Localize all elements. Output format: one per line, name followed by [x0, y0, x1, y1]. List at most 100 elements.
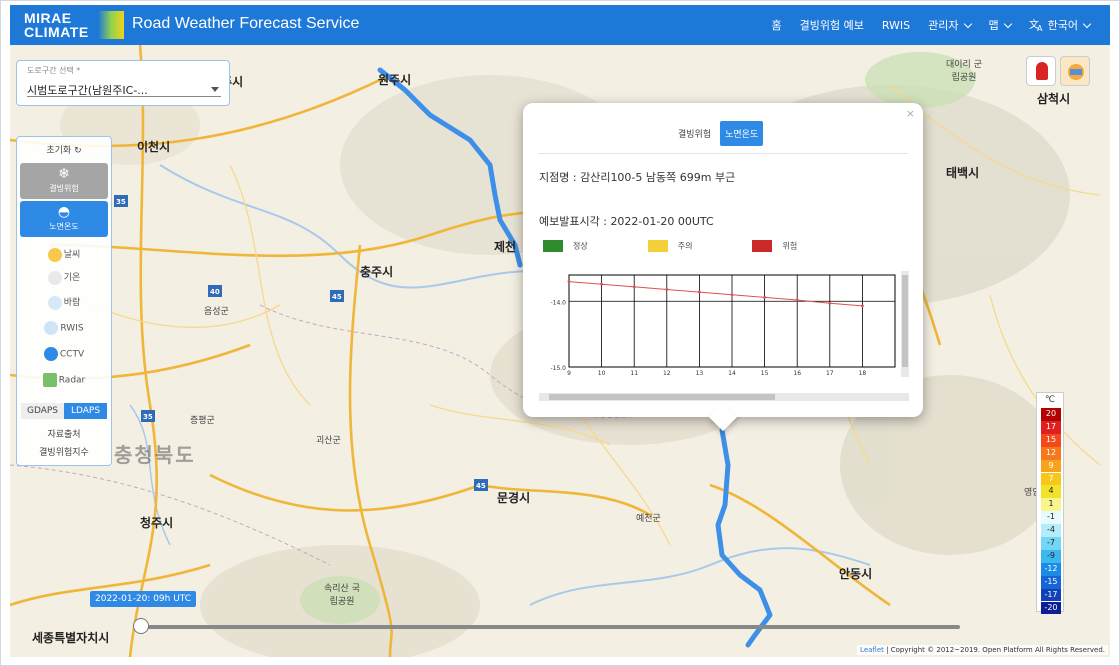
route-select-underline — [27, 96, 221, 97]
forecast-popup: × 결빙위험 노면온도 지점명 : 감산리100-5 남동쪽 699m 부근 예… — [523, 103, 923, 432]
model-toggle: GDAPS LDAPS — [21, 403, 107, 419]
colorbar-cell: -4 — [1041, 524, 1061, 537]
colorbar-cell: -12 — [1041, 562, 1061, 576]
svg-text:35: 35 — [116, 198, 126, 206]
radar-icon — [42, 373, 57, 387]
chart-point — [763, 295, 766, 299]
chart-xtick-label: 11 — [630, 370, 638, 377]
status-legend: 정상 주의 위험 — [543, 240, 797, 252]
legend-caution: 주의 — [647, 240, 693, 252]
legend-danger: 위험 — [752, 240, 797, 252]
map-attribution: Leaflet | Copyright © 2012~2019. Open Pl… — [857, 645, 1108, 655]
reset-label: 초기화 — [46, 146, 72, 156]
gdaps-button[interactable]: GDAPS — [21, 403, 64, 419]
place-songnisan-park: 속리산 국립공원 — [324, 584, 360, 607]
map-layers-icon — [1068, 64, 1084, 80]
road-temp-button[interactable]: ◓ 노면온도 — [20, 201, 108, 237]
place-daeyiri-park: 대이리 군립공원 — [946, 60, 982, 83]
chart-xtick-label: 18 — [859, 370, 867, 377]
app-title: Road Weather Forecast Service — [132, 15, 360, 32]
layer-wind-label: 바람 — [63, 298, 81, 308]
chart-ytick-label: -15.0 — [550, 365, 566, 372]
layer-radar-label: Radar — [58, 375, 86, 386]
place-mungyeong: 문경시 — [497, 491, 531, 505]
colorbar-cell: -7 — [1041, 537, 1061, 550]
layer-temperature[interactable]: 기온 — [17, 270, 111, 290]
location-value: 감산리100-5 남동쪽 699m 부근 — [580, 171, 736, 184]
wind-icon — [47, 295, 62, 310]
nav-map[interactable]: 맵 — [989, 17, 1012, 33]
nav-home-label: 홈 — [771, 19, 782, 32]
layer-cctv-label: CCTV — [59, 349, 85, 360]
leaflet-link[interactable]: Leaflet — [860, 646, 884, 654]
tab-road-temp[interactable]: 노면온도 — [720, 121, 764, 146]
data-source-link[interactable]: 자료출처 — [17, 427, 111, 440]
colorbar-cell: -1 — [1041, 511, 1061, 525]
layer-rwis[interactable]: RWIS — [17, 321, 111, 341]
location-info: 지점명 : 감산리100-5 남동쪽 699m 부근 — [539, 171, 736, 184]
logo[interactable]: MIRAE CLIMATE — [24, 9, 134, 41]
popup-divider — [538, 153, 908, 154]
legend-caution-label: 주의 — [677, 241, 693, 251]
colorbar-cell: 17 — [1041, 420, 1061, 434]
time-slider[interactable] — [140, 625, 960, 629]
close-icon[interactable]: × — [906, 107, 915, 120]
popup-tabs: 결빙위험 노면온도 — [673, 121, 764, 146]
layer-radar[interactable]: Radar — [17, 373, 111, 393]
place-wonju: 원주시 — [378, 73, 412, 87]
place-jeungpyeong: 증평군 — [190, 416, 215, 426]
caret-down-icon — [211, 87, 219, 92]
time-slider-handle[interactable] — [133, 618, 149, 634]
snowflake-icon: ❄ — [58, 166, 70, 182]
reset-button[interactable]: 초기화 ↻ — [17, 143, 111, 156]
logo-mark — [98, 11, 124, 39]
legend-normal: 정상 — [543, 240, 588, 252]
droplet-icon: ◓ — [57, 204, 71, 220]
chart-point — [632, 285, 636, 289]
nav-rwis[interactable]: RWIS — [882, 19, 910, 32]
place-chungcheongbuk-do: 충청북도 — [114, 443, 196, 467]
ldaps-button[interactable]: LDAPS — [64, 403, 107, 419]
location-label: 지점명 — [539, 171, 570, 184]
map-style-button[interactable] — [1060, 56, 1090, 86]
camera-icon — [43, 347, 58, 361]
chart-point — [698, 290, 701, 294]
nav-freeze-forecast[interactable]: 결빙위험 예보 — [800, 17, 864, 33]
legend-normal-swatch — [543, 240, 563, 252]
tab-freeze-risk[interactable]: 결빙위험 — [673, 121, 716, 146]
chart-point — [600, 282, 603, 286]
layer-temperature-label: 기온 — [63, 273, 81, 283]
place-icheon: 이천시 — [137, 140, 171, 154]
place-yecheon: 예천군 — [636, 514, 661, 524]
nav-home[interactable]: 홈 — [771, 17, 781, 33]
alert-button[interactable] — [1026, 56, 1056, 86]
place-samcheok: 삼척시 — [1037, 92, 1071, 106]
chart-xtick-label: 16 — [793, 370, 801, 377]
forecast-time-label: 예보발표시각 — [539, 215, 600, 228]
layer-cctv[interactable]: CCTV — [17, 347, 111, 367]
thermometer-icon — [47, 270, 62, 285]
chart-svg: -14.0 -15.09 10 11 12 13 14 15 16 17 18 — [539, 271, 909, 401]
place-chungju: 충주시 — [360, 265, 394, 279]
chart-xtick-label: 13 — [696, 370, 704, 377]
nav-freeze-forecast-label: 결빙위험 예보 — [799, 19, 864, 32]
freeze-risk-button[interactable]: ❄ 결빙위험 — [20, 163, 108, 199]
forecast-time-info: 예보발표시각 : 2022-01-20 00UTC — [539, 215, 714, 228]
logo-line1: MIRAE — [24, 10, 72, 26]
layer-weather[interactable]: 날씨 — [17, 247, 111, 267]
layer-panel: 초기화 ↻ ❄ 결빙위험 ◓ 노면온도 날씨 기온 바람 RWIS CCTV R… — [16, 136, 112, 466]
chart-point — [567, 280, 571, 283]
nav-language[interactable]: 文A 한국어 — [1029, 17, 1092, 33]
layer-wind[interactable]: 바람 — [17, 295, 111, 315]
freeze-index-link[interactable]: 결빙위험지수 — [17, 445, 111, 458]
colorbar-cell: -20 — [1041, 601, 1061, 615]
nav-admin[interactable]: 관리자 — [928, 17, 972, 33]
chart-point — [795, 298, 799, 302]
siren-icon — [1036, 62, 1048, 80]
legend-danger-label: 위험 — [782, 241, 798, 251]
svg-text:A: A — [1037, 24, 1043, 32]
route-select[interactable]: 도로구간 선택 * 시범도로구간(남원주IC-... — [16, 60, 230, 106]
chart-xtick-label: 17 — [826, 370, 834, 377]
road-temp-chart: -14.0 -15.0 9 10 11 12 13 14 15 16 17 18 — [539, 265, 909, 407]
chart-vscroll-thumb — [902, 275, 908, 367]
